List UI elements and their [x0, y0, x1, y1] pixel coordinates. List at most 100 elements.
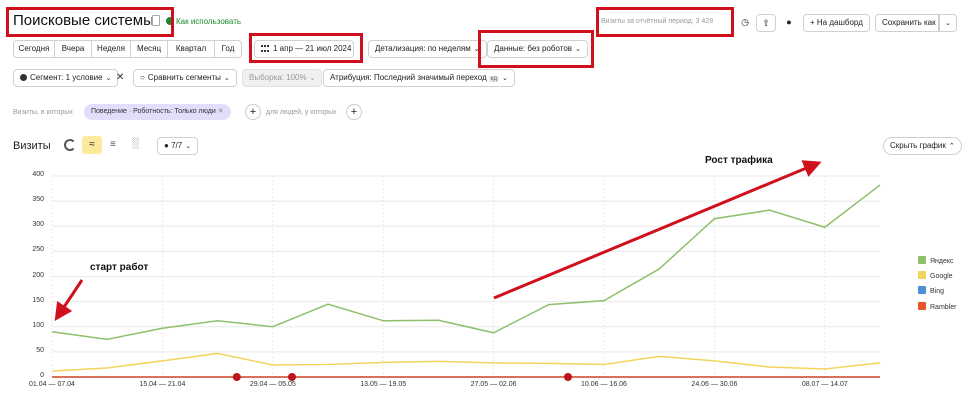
segment-icon	[20, 74, 27, 81]
visits-where-label: Визиты, в которых	[13, 109, 73, 116]
condition-label: Поведение · Роботность: Только люди	[91, 108, 216, 115]
y-tick-label: 250	[32, 246, 44, 254]
data-dropdown[interactable]: Данные: без роботов ⌄	[487, 40, 588, 58]
clock-icon[interactable]: ◷	[735, 14, 755, 32]
x-tick-label: 08.07 — 14.07	[801, 381, 848, 388]
legend-item-google[interactable]: Google	[918, 271, 953, 281]
share-icon[interactable]: ●	[779, 14, 799, 32]
stacked-chart-icon[interactable]: ≡	[110, 139, 116, 150]
date-range-picker[interactable]: 1 апр — 21 июл 2024	[254, 40, 354, 58]
series-line-Яндекс	[51, 184, 881, 341]
chart-title: Визиты	[13, 140, 51, 152]
to-dashboard-button[interactable]: + На дашборд	[803, 14, 870, 32]
period-today[interactable]: Сегодня	[13, 40, 55, 58]
legend-item-yandex[interactable]: Яндекс	[918, 256, 954, 266]
checkbox-icon	[918, 302, 926, 310]
pie-chart-icon[interactable]	[64, 139, 76, 151]
visits-total: Визиты за отчётный период: 3 428	[601, 18, 714, 25]
chevron-down-icon: ⌄	[502, 75, 508, 82]
attribution-badge: кд	[488, 76, 500, 82]
metrics-label: 7/7	[171, 141, 183, 150]
sample-dropdown[interactable]: Выборка: 100% ⌄	[242, 69, 323, 87]
save-as-button[interactable]: Сохранить как	[875, 14, 939, 32]
hide-chart-label: Скрыть график	[890, 141, 946, 150]
y-tick-label: 400	[32, 171, 44, 178]
add-people-condition-button[interactable]: +	[346, 104, 362, 120]
attribution-dropdown[interactable]: Атрибуция: Последний значимый переход кд…	[323, 69, 515, 87]
attribution-label: Атрибуция: Последний значимый переход	[330, 73, 487, 82]
sample-label: Выборка: 100%	[249, 73, 307, 82]
x-tick-label: 24.06 — 30.06	[691, 381, 738, 388]
detail-dropdown[interactable]: Детализация: по неделям ⌄	[368, 40, 487, 58]
annotation-growth: Рост трафика	[705, 155, 773, 166]
legend-item-rambler[interactable]: Rambler	[918, 302, 956, 312]
x-tick-label: 10.06 — 16.06	[581, 381, 627, 388]
how-to-use-link[interactable]: Как использовать	[166, 17, 241, 26]
period-quarter[interactable]: Квартал	[167, 40, 215, 58]
detail-label: Детализация: по неделям	[375, 44, 471, 53]
legend-label: Google	[930, 273, 953, 280]
compare-label: Сравнить сегменты	[147, 73, 221, 82]
chevron-down-icon: ⌄	[105, 75, 112, 82]
y-tick-label: 50	[36, 346, 44, 354]
event-marker-icon	[288, 373, 296, 381]
y-tick-label: 150	[32, 296, 44, 304]
add-condition-button[interactable]: +	[245, 104, 261, 120]
x-tick-label: 29.04 — 05.05	[249, 381, 296, 388]
period-week[interactable]: Неделя	[91, 40, 131, 58]
chevron-down-icon: ⌄	[309, 75, 316, 82]
period-year[interactable]: Год	[214, 40, 242, 58]
chevron-down-icon: ⌄	[223, 75, 230, 82]
bookmark-icon[interactable]	[152, 15, 160, 26]
help-circle-icon	[166, 17, 174, 25]
y-tick-label: 200	[32, 271, 44, 279]
save-as-dropdown[interactable]: ⌄	[939, 14, 957, 32]
for-people-label: для людей, у которых	[266, 109, 337, 116]
checkbox-icon	[918, 256, 926, 264]
compare-segments-dropdown[interactable]: ○ Сравнить сегменты ⌄	[133, 69, 237, 87]
to-dashboard-label: На дашборд	[816, 18, 863, 27]
legend-label: Яндекс	[930, 258, 954, 265]
compare-icon: ○	[140, 73, 145, 82]
line-chart-icon[interactable]: ≈	[82, 136, 102, 154]
metrics-icon: ●	[164, 141, 169, 150]
y-tick-label: 0	[40, 372, 44, 379]
period-month[interactable]: Месяц	[130, 40, 168, 58]
chevron-down-icon: ⌄	[473, 46, 480, 53]
chevron-down-icon: ⌄	[945, 20, 951, 27]
bar-chart-icon[interactable]: ░	[132, 138, 139, 149]
annotation-start: старт работ	[90, 262, 149, 273]
condition-chip[interactable]: Поведение · Роботность: Только люди ✕	[84, 104, 231, 120]
page-title: Поисковые системы	[13, 12, 154, 29]
segment-label: Сегмент: 1 условие	[30, 73, 103, 82]
hide-chart-button[interactable]: Скрыть график ⌃	[883, 137, 962, 155]
how-to-use-label: Как использовать	[176, 17, 242, 26]
event-marker-icon	[564, 373, 572, 381]
legend-label: Rambler	[930, 304, 957, 311]
calendar-icon	[261, 45, 269, 52]
legend-label: Bing	[930, 288, 945, 295]
series-line-Google	[51, 352, 881, 372]
arrow-start-work	[54, 279, 84, 321]
x-tick-label: 15.04 — 21.04	[139, 381, 186, 388]
remove-condition-icon[interactable]: ✕	[218, 108, 224, 115]
event-marker-icon	[232, 373, 241, 381]
segment-dropdown[interactable]: Сегмент: 1 условие ⌄	[13, 69, 119, 87]
x-tick-label: 13.05 — 19.05	[360, 381, 407, 388]
date-range-label: 1 апр — 21 июл 2024	[273, 44, 352, 53]
legend-item-bing[interactable]: Bing	[918, 286, 944, 296]
data-label: Данные: без роботов	[494, 44, 573, 53]
y-tick-label: 350	[32, 196, 44, 204]
period-yesterday[interactable]: Вчера	[54, 40, 92, 58]
y-tick-label: 100	[32, 321, 44, 329]
checkbox-icon	[918, 271, 926, 279]
metrics-dropdown[interactable]: ● 7/7 ⌄	[157, 137, 199, 155]
chevron-down-icon: ⌄	[575, 46, 581, 53]
visits-chart	[51, 160, 881, 381]
clear-segment-icon[interactable]: ✕	[116, 72, 124, 83]
x-tick-label: 01.04 — 07.04	[29, 381, 75, 388]
export-icon[interactable]: ⇧	[756, 14, 776, 32]
chevron-down-icon: ⌄	[185, 143, 192, 150]
x-tick-label: 27.05 — 02.06	[470, 381, 517, 388]
checkbox-icon	[918, 286, 926, 294]
